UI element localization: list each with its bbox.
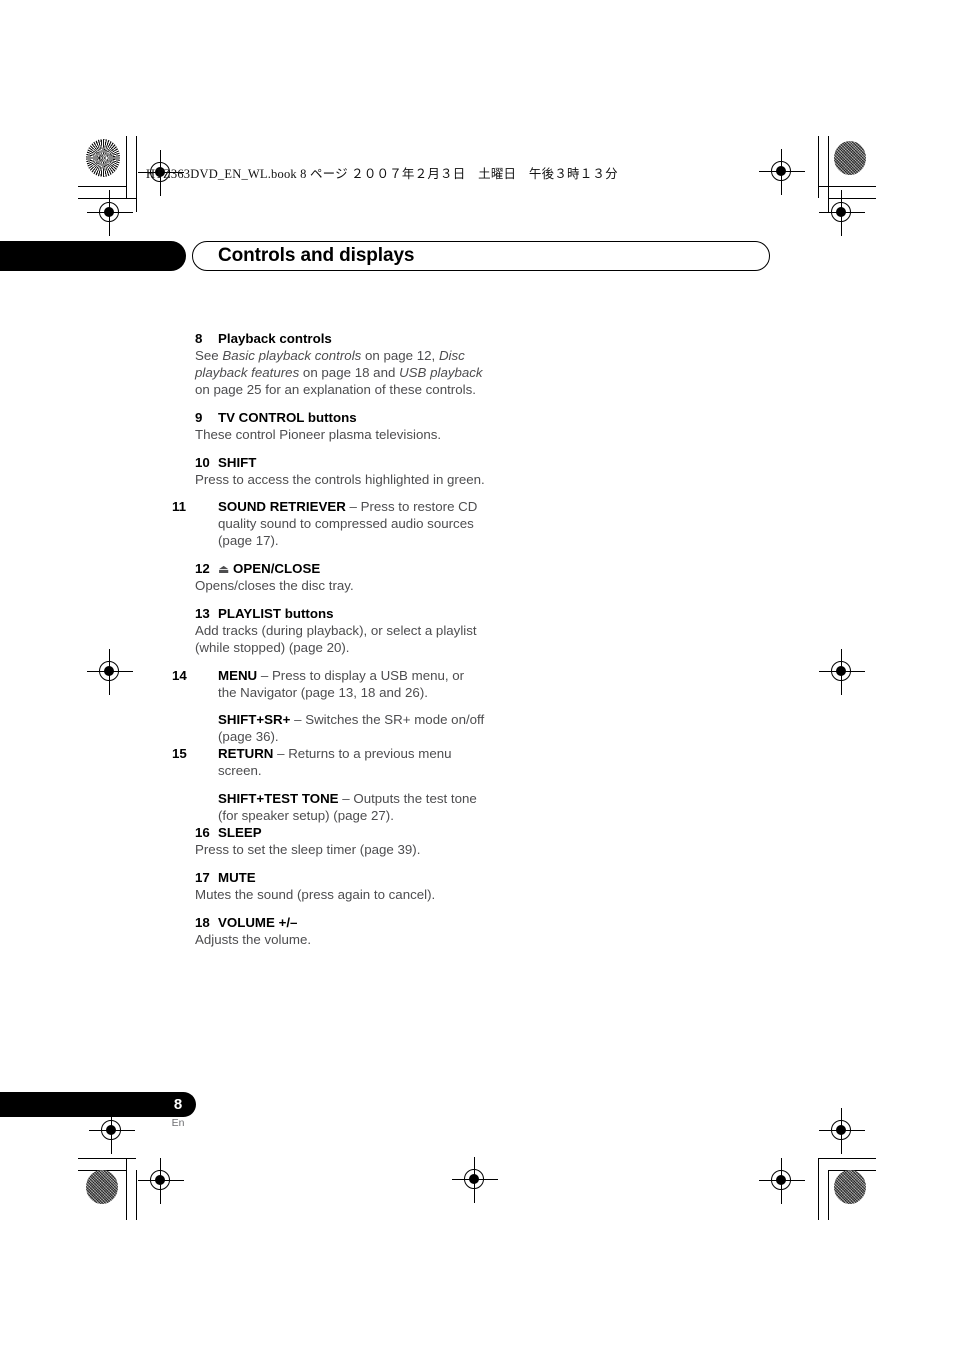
registration-mark-top-right bbox=[759, 149, 805, 195]
control-entry-number: 12 bbox=[195, 561, 210, 577]
control-entry-number: 13 bbox=[195, 605, 210, 621]
control-entry-description: Mutes the sound (press again to cancel). bbox=[195, 887, 436, 903]
control-entry: 11 SOUND RETRIEVER – Press to restore CD … bbox=[172, 498, 485, 549]
crop-line-tl-v1 bbox=[126, 136, 128, 198]
language-code: En bbox=[171, 1117, 185, 1129]
chapter-number: 01 bbox=[730, 245, 752, 267]
description-text: on page 25 for an explanation of these c… bbox=[195, 382, 476, 398]
registration-mark-left-middle bbox=[87, 649, 133, 695]
crop-line-bl-h1 bbox=[78, 1158, 136, 1160]
control-entry-sub-label: SHIFT+TEST TONE bbox=[218, 791, 339, 807]
control-entry: 16 SLEEP Press to set the sleep timer (pag… bbox=[195, 824, 485, 858]
cross-reference-title: Basic playback controls bbox=[222, 348, 362, 364]
control-entry: 14 MENU – Press to display a USB menu, or… bbox=[172, 667, 485, 701]
registration-mark-bottom-center bbox=[452, 1157, 498, 1203]
control-entry-subitem: SHIFT+SR+ – Switches the SR+ mode on/off… bbox=[195, 711, 485, 745]
control-entry-number: 8 bbox=[195, 331, 203, 346]
registration-mark-right-lower bbox=[819, 1108, 865, 1154]
control-entry-label: SLEEP bbox=[218, 825, 262, 841]
page-number: 8 bbox=[173, 1096, 183, 1113]
control-entry-number: 9 bbox=[195, 409, 203, 425]
registration-mark-bottom-left bbox=[138, 1158, 184, 1204]
description-text: on page 18 and bbox=[299, 365, 400, 381]
description-text: on page 12, bbox=[361, 348, 439, 364]
crop-line-bl-v1 bbox=[126, 1158, 128, 1220]
eject-icon: ⏏ bbox=[218, 561, 230, 576]
control-entry: 9 TV CONTROL buttons These control Pioneer… bbox=[195, 409, 485, 443]
registration-mark-bottom-right bbox=[759, 1158, 805, 1204]
control-entry-number: 10 bbox=[195, 454, 210, 470]
control-entry-label: SOUND RETRIEVER bbox=[218, 499, 346, 515]
control-entry: 17 MUTE Mutes the sound (press again to ca… bbox=[195, 869, 485, 903]
control-entry-subitem: SHIFT+TEST TONE – Outputs the test tone … bbox=[195, 790, 485, 824]
description-text: See bbox=[195, 348, 223, 364]
halftone-star-target-top-right bbox=[834, 141, 866, 175]
control-entry: 12 ⏏ OPEN/CLOSE Opens/closes the disc tray… bbox=[195, 560, 485, 594]
control-entry-number: 17 bbox=[195, 869, 210, 885]
crop-line-tr-h1 bbox=[818, 186, 876, 188]
crop-line-tl-h1 bbox=[78, 186, 126, 188]
control-entry-description: See Basic playback controls on page 12, … bbox=[195, 348, 483, 397]
control-entry-description: Add tracks (during playback), or select … bbox=[195, 622, 477, 655]
control-entry-sub-label: SHIFT+SR+ bbox=[218, 712, 291, 728]
crop-line-br-v2 bbox=[828, 1170, 830, 1220]
chapter-header-bar: 01 Controls and displays bbox=[0, 241, 770, 271]
control-entry-description: Adjusts the volume. bbox=[195, 931, 312, 947]
control-entry: 8 Playback controls See Basic playback con… bbox=[195, 330, 485, 398]
control-entry-number: 11 bbox=[172, 499, 187, 515]
control-entry: 18 VOLUME +/– Adjusts the volume. bbox=[195, 914, 485, 948]
control-entry: 15 RETURN – Returns to a previous menu sc… bbox=[172, 745, 485, 779]
page-title: Controls and displays bbox=[218, 245, 415, 266]
control-entry-label: TV CONTROL buttons bbox=[218, 409, 357, 425]
print-file-header: HTZ363DVD_EN_WL.book 8 ページ ２００７年２月３日 土曜日… bbox=[146, 167, 618, 181]
control-entry-description: Press to access the controls highlighted… bbox=[195, 471, 485, 487]
control-entry-description: Press to set the sleep timer (page 39). bbox=[195, 842, 421, 858]
control-entry-label: VOLUME +/– bbox=[218, 914, 298, 930]
crop-line-br-v1 bbox=[818, 1158, 820, 1220]
control-entry: 10 SHIFT Press to access the controls high… bbox=[195, 454, 485, 488]
registration-mark-right-upper bbox=[819, 190, 865, 236]
control-entry-label: OPEN/CLOSE bbox=[233, 561, 321, 577]
cross-reference-title: USB playback bbox=[399, 365, 483, 381]
control-entry-number: 18 bbox=[195, 914, 210, 930]
halftone-star-target-top-left bbox=[86, 139, 120, 177]
control-descriptions-list: 8 Playback controls See Basic playback con… bbox=[172, 330, 485, 948]
crop-line-tr-v1 bbox=[818, 136, 820, 198]
control-entry-number: 14 bbox=[172, 667, 187, 683]
control-entry-number: 16 bbox=[195, 825, 210, 841]
control-entry-description: These control Pioneer plasma televisions… bbox=[195, 426, 442, 442]
halftone-star-target-bottom-right bbox=[834, 1170, 866, 1204]
crop-line-br-h1 bbox=[818, 1158, 876, 1160]
control-entry-label: RETURN bbox=[218, 746, 274, 762]
registration-mark-left-upper bbox=[87, 190, 133, 236]
control-entry-label: MUTE bbox=[218, 869, 256, 885]
control-entry-label: MENU bbox=[218, 667, 258, 683]
control-entry-label: SHIFT bbox=[218, 454, 257, 470]
control-entry-number: 15 bbox=[172, 746, 187, 762]
chapter-number-pill bbox=[0, 241, 186, 271]
control-entry-label: PLAYLIST buttons bbox=[218, 605, 334, 621]
control-entry-label: Playback controls bbox=[218, 331, 332, 346]
halftone-star-target-bottom-left bbox=[86, 1170, 118, 1204]
control-entry-description: Opens/closes the disc tray. bbox=[195, 578, 354, 594]
control-entry: 13 PLAYLIST buttons Add tracks (during pla… bbox=[195, 605, 485, 656]
registration-mark-right-middle bbox=[819, 649, 865, 695]
